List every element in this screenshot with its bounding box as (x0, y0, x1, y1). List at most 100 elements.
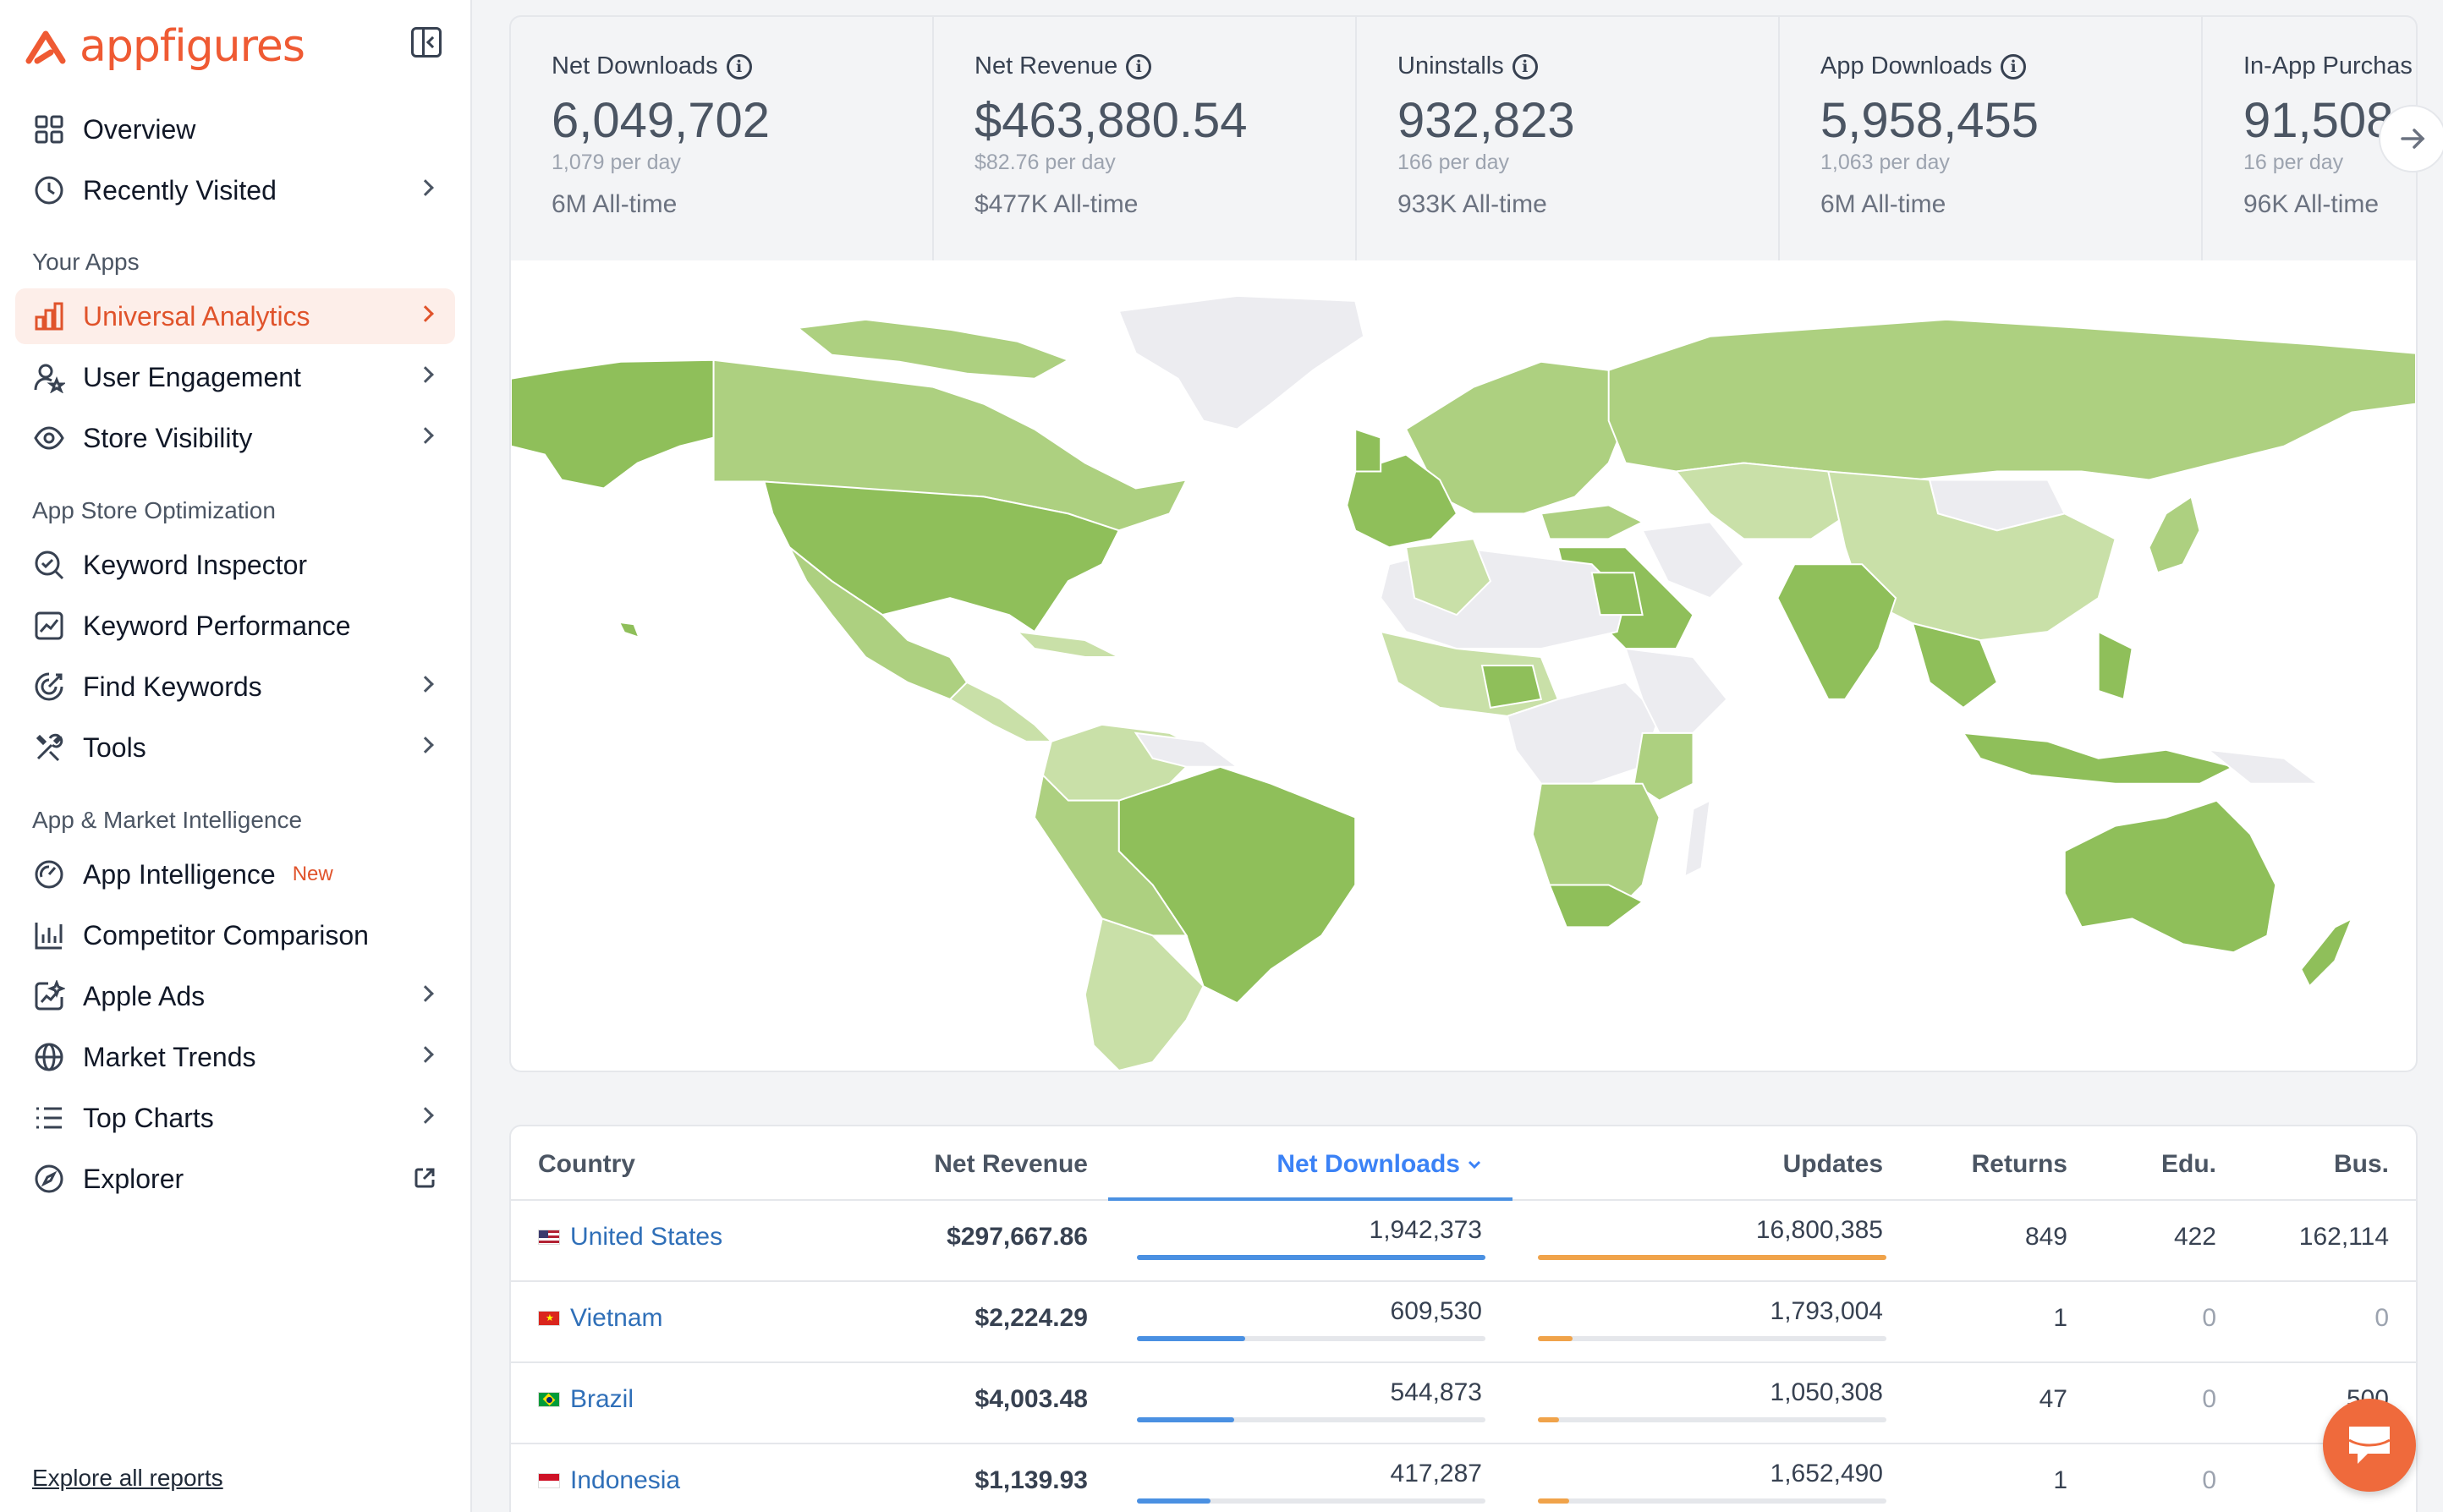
map-japan (2148, 495, 2201, 574)
map-philippines (2097, 630, 2133, 701)
explore-all-reports-link[interactable]: Explore all reports (32, 1465, 223, 1492)
stat-per-day: 1,063 per day (1820, 151, 1950, 174)
info-icon[interactable]: i (2001, 53, 2027, 79)
table-row[interactable]: Indonesia $1,139.93 417,287 1,652,490 1 … (511, 1444, 2416, 1512)
sidebar-item-competitor-comparison[interactable]: Competitor Comparison (15, 907, 455, 963)
downloads-bar (1137, 1336, 1485, 1341)
column-header-net-revenue[interactable]: Net Revenue (934, 1150, 1088, 1179)
net-downloads-cell: 417,287 (1390, 1460, 1482, 1487)
world-map-svg (511, 294, 2416, 1071)
column-header-net-downloads[interactable]: Net Downloads (1276, 1150, 1482, 1179)
net-revenue-cell: $4,003.48 (974, 1385, 1088, 1413)
downloads-bar (1137, 1255, 1485, 1260)
logo[interactable]: appfigures (25, 17, 305, 76)
stat-card-net-downloads[interactable]: Net Downloads i 6,049,702 1,079 per day 6… (511, 17, 934, 260)
table-row[interactable]: ★ Vietnam $2,224.29 609,530 1,793,004 1 … (511, 1282, 2416, 1363)
brand-name: appfigures (80, 21, 305, 72)
chevron-right-icon (417, 1046, 434, 1063)
sidebar-item-keyword-performance[interactable]: Keyword Performance (15, 598, 455, 654)
country-cell: United States (538, 1223, 722, 1252)
chevron-right-icon (417, 985, 434, 1002)
edu-cell: 0 (2202, 1385, 2216, 1413)
appfigures-logo-icon (25, 30, 66, 64)
sidebar-item-label: Recently Visited (83, 174, 277, 205)
chevron-down-icon (1468, 1160, 1481, 1170)
column-header-returns[interactable]: Returns (1972, 1150, 2067, 1179)
stat-all-time: 6M All-time (552, 190, 678, 218)
sidebar-item-overview[interactable]: Overview (15, 101, 455, 157)
column-header-bus[interactable]: Bus. (2334, 1150, 2389, 1179)
updates-cell: 16,800,385 (1755, 1216, 1883, 1244)
table-row[interactable]: United States $297,667.86 1,942,373 16,8… (511, 1201, 2416, 1282)
sidebar-item-label: Tools (83, 731, 146, 763)
map-alaska (511, 359, 715, 490)
column-header-updates[interactable]: Updates (1783, 1150, 1883, 1179)
sidebar-item-label: Universal Analytics (83, 300, 310, 331)
updates-cell: 1,793,004 (1770, 1297, 1883, 1325)
stats-next-button[interactable] (2379, 105, 2443, 173)
info-icon[interactable]: i (1512, 53, 1538, 79)
external-link-icon (414, 1168, 435, 1188)
world-map[interactable] (509, 260, 2418, 1072)
net-revenue-cell: $1,139.93 (974, 1466, 1088, 1494)
stat-card-net-revenue[interactable]: Net Revenue i $463,880.54 $82.76 per day … (934, 17, 1357, 260)
sidebar-item-label: Keyword Inspector (83, 549, 308, 580)
sidebar-item-market-trends[interactable]: Market Trends (15, 1029, 455, 1085)
stat-card-uninstalls[interactable]: Uninstalls i 932,823 166 per day 933K All… (1357, 17, 1780, 260)
country-link[interactable]: Brazil (570, 1385, 634, 1414)
stat-value: 6,049,702 (552, 93, 771, 148)
map-australia (2063, 799, 2277, 954)
clock-icon (32, 173, 66, 207)
chat-button[interactable] (2323, 1399, 2416, 1492)
stat-all-time: 6M All-time (1820, 190, 1946, 218)
sidebar-item-top-charts[interactable]: Top Charts (15, 1090, 455, 1146)
table-row[interactable]: Brazil $4,003.48 544,873 1,050,308 47 0 … (511, 1363, 2416, 1444)
country-link[interactable]: United States (570, 1223, 722, 1252)
chevron-right-icon (417, 1107, 434, 1124)
compare-icon (32, 918, 66, 952)
column-header-edu[interactable]: Edu. (2161, 1150, 2216, 1179)
flag-vn-icon: ★ (538, 1311, 560, 1326)
user-star-icon (32, 360, 66, 394)
column-header-label: Net Downloads (1276, 1150, 1460, 1178)
sidebar-item-store-visibility[interactable]: Store Visibility (15, 410, 455, 466)
eye-icon (32, 421, 66, 455)
map-egypt (1590, 572, 1644, 616)
flag-br-icon (538, 1392, 560, 1407)
country-cell: Indonesia (538, 1466, 680, 1495)
info-icon[interactable]: i (726, 53, 752, 79)
downloads-bar-fill (1137, 1255, 1485, 1260)
stat-card-app-downloads[interactable]: App Downloads i 5,958,455 1,063 per day 6… (1780, 17, 2203, 260)
sidebar-item-universal-analytics[interactable]: Universal Analytics (15, 288, 455, 344)
info-icon[interactable]: i (1126, 53, 1152, 79)
edu-cell: 0 (2202, 1304, 2216, 1332)
stat-value: $463,880.54 (974, 93, 1248, 148)
stat-label: Net Revenue (974, 52, 1118, 79)
sidebar-item-app-intelligence[interactable]: App Intelligence New (15, 846, 455, 902)
stat-per-day: 166 per day (1397, 151, 1510, 174)
sidebar-item-find-keywords[interactable]: Find Keywords (15, 659, 455, 715)
sidebar-item-keyword-inspector[interactable]: Keyword Inspector (15, 537, 455, 593)
chevron-right-icon (417, 179, 434, 196)
sidebar-item-recently-visited[interactable]: Recently Visited (15, 162, 455, 218)
sidebar-item-explorer[interactable]: Explorer (15, 1151, 455, 1207)
country-cell: ★ Vietnam (538, 1304, 663, 1333)
country-link[interactable]: Indonesia (570, 1466, 680, 1495)
sidebar-item-apple-ads[interactable]: Apple Ads (15, 968, 455, 1024)
stat-per-day: $82.76 per day (974, 151, 1116, 174)
net-revenue-cell: $297,667.86 (947, 1223, 1088, 1251)
sidebar-item-label: Market Trends (83, 1041, 256, 1072)
sidebar-item-user-engagement[interactable]: User Engagement (15, 349, 455, 405)
updates-bar-fill (1538, 1498, 1570, 1504)
collapse-sidebar-button[interactable] (411, 27, 442, 58)
updates-bar (1538, 1417, 1886, 1422)
country-link[interactable]: Vietnam (570, 1304, 663, 1333)
sidebar: appfigures Overview Recently Visited You… (0, 0, 472, 1512)
updates-bar-fill (1538, 1417, 1559, 1422)
sidebar-item-tools[interactable]: Tools (15, 720, 455, 775)
downloads-bar (1137, 1417, 1485, 1422)
map-indonesia (1961, 731, 2237, 785)
column-header-country[interactable]: Country (538, 1150, 635, 1179)
flag-id-icon (538, 1473, 560, 1488)
edu-cell: 422 (2173, 1223, 2216, 1251)
